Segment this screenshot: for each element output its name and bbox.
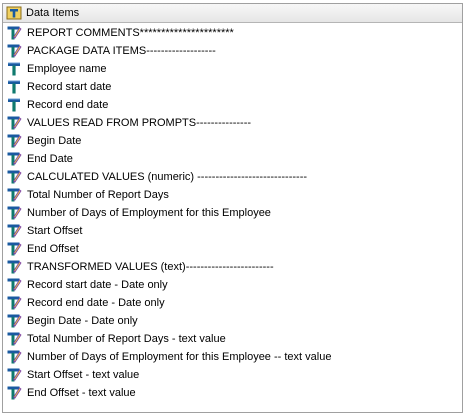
list-item[interactable]: End Date: [3, 150, 462, 168]
list-item-label: Start Offset - text value: [27, 369, 140, 381]
list-item[interactable]: PACKAGE DATA ITEMS-------------------: [3, 42, 462, 60]
calculated-item-icon: [6, 367, 22, 383]
calculated-item-icon: [6, 151, 22, 167]
list-item[interactable]: VALUES READ FROM PROMPTS---------------: [3, 114, 462, 132]
list-item[interactable]: Begin Date - Date only: [3, 312, 462, 330]
data-items-folder-icon: [6, 5, 22, 21]
calculated-item-icon: [6, 277, 22, 293]
list-item[interactable]: CALCULATED VALUES (numeric) ------------…: [3, 168, 462, 186]
calculated-item-icon: [6, 349, 22, 365]
calculated-item-icon: [6, 25, 22, 41]
list-item-label: Total Number of Report Days: [27, 189, 169, 201]
calculated-item-icon: [6, 223, 22, 239]
list-item-label: Start Offset: [27, 225, 83, 237]
list-item-label: PACKAGE DATA ITEMS-------------------: [27, 45, 216, 57]
list-item-label: VALUES READ FROM PROMPTS---------------: [27, 117, 252, 129]
list-item-label: Employee name: [27, 63, 107, 75]
calculated-item-icon: [6, 43, 22, 59]
list-item[interactable]: TRANSFORMED VALUES (text)---------------…: [3, 258, 462, 276]
list-item-label: Number of Days of Employment for this Em…: [27, 207, 271, 219]
list-item[interactable]: Number of Days of Employment for this Em…: [3, 348, 462, 366]
list-item-label: End Offset - text value: [27, 387, 136, 399]
data-items-list: REPORT COMMENTS********************** PAC…: [3, 23, 462, 402]
list-item[interactable]: End Offset: [3, 240, 462, 258]
list-item[interactable]: REPORT COMMENTS**********************: [3, 24, 462, 42]
list-item-label: Record end date - Date only: [27, 297, 165, 309]
data-items-panel: Data Items REPORT COMMENTS**************…: [2, 3, 463, 413]
panel-title: Data Items: [26, 7, 80, 19]
calculated-item-icon: [6, 169, 22, 185]
list-item[interactable]: Total Number of Report Days: [3, 186, 462, 204]
calculated-item-icon: [6, 133, 22, 149]
panel-header[interactable]: Data Items: [3, 4, 462, 23]
list-item-label: REPORT COMMENTS**********************: [27, 27, 234, 39]
calculated-item-icon: [6, 241, 22, 257]
list-item-label: Begin Date: [27, 135, 82, 147]
list-item[interactable]: End Offset - text value: [3, 384, 462, 402]
list-item-label: Begin Date - Date only: [27, 315, 138, 327]
calculated-item-icon: [6, 385, 22, 401]
list-item[interactable]: Record start date: [3, 78, 462, 96]
query-item-icon: [6, 79, 22, 95]
list-item-label: Total Number of Report Days - text value: [27, 333, 226, 345]
list-item[interactable]: Begin Date: [3, 132, 462, 150]
query-item-icon: [6, 61, 22, 77]
list-item-label: Record end date: [27, 99, 109, 111]
list-item[interactable]: Record start date - Date only: [3, 276, 462, 294]
list-item-label: Number of Days of Employment for this Em…: [27, 351, 332, 363]
list-item-label: Record start date: [27, 81, 112, 93]
list-item[interactable]: Employee name: [3, 60, 462, 78]
list-item[interactable]: Start Offset - text value: [3, 366, 462, 384]
list-item-label: End Offset: [27, 243, 79, 255]
calculated-item-icon: [6, 187, 22, 203]
list-item[interactable]: Start Offset: [3, 222, 462, 240]
list-item[interactable]: Record end date: [3, 96, 462, 114]
list-item-label: End Date: [27, 153, 73, 165]
calculated-item-icon: [6, 313, 22, 329]
calculated-item-icon: [6, 331, 22, 347]
query-item-icon: [6, 97, 22, 113]
list-item[interactable]: Total Number of Report Days - text value: [3, 330, 462, 348]
list-item-label: Record start date - Date only: [27, 279, 168, 291]
list-item-label: CALCULATED VALUES (numeric) ------------…: [27, 171, 308, 183]
list-item[interactable]: Record end date - Date only: [3, 294, 462, 312]
calculated-item-icon: [6, 205, 22, 221]
calculated-item-icon: [6, 295, 22, 311]
calculated-item-icon: [6, 259, 22, 275]
calculated-item-icon: [6, 115, 22, 131]
list-item[interactable]: Number of Days of Employment for this Em…: [3, 204, 462, 222]
list-item-label: TRANSFORMED VALUES (text)---------------…: [27, 261, 274, 273]
